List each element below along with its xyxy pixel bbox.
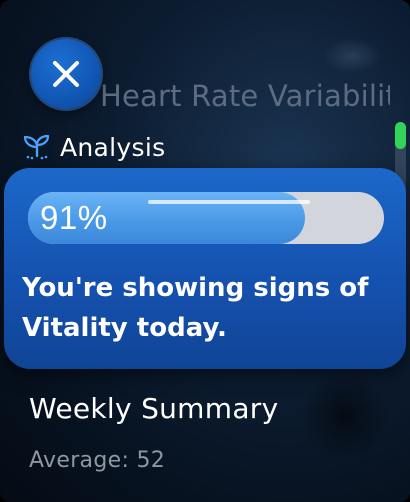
progress-highlight: [148, 200, 310, 204]
close-icon: [51, 59, 81, 89]
vitality-percent: 91%: [40, 199, 108, 236]
sprout-icon: [22, 134, 52, 160]
close-button[interactable]: [31, 39, 101, 109]
background-blur: [322, 38, 382, 74]
section-label: Analysis: [60, 132, 166, 162]
weekly-summary-title: Weekly Summary: [29, 392, 279, 425]
vitality-message: You're showing signs of Vitality today.: [22, 273, 369, 343]
watch-screen: Heart Rate Variability Analysis 91% You'…: [0, 0, 410, 502]
scroll-thumb[interactable]: [395, 122, 406, 149]
weekly-average: Average: 52: [29, 448, 166, 473]
vitality-progress-bar: 91%: [28, 192, 384, 244]
background-shadow: [300, 370, 390, 460]
background-title: Heart Rate Variability: [100, 79, 390, 113]
vitality-card[interactable]: 91% You're showing signs of Vitality tod…: [4, 168, 406, 369]
analysis-header: Analysis: [22, 130, 165, 164]
